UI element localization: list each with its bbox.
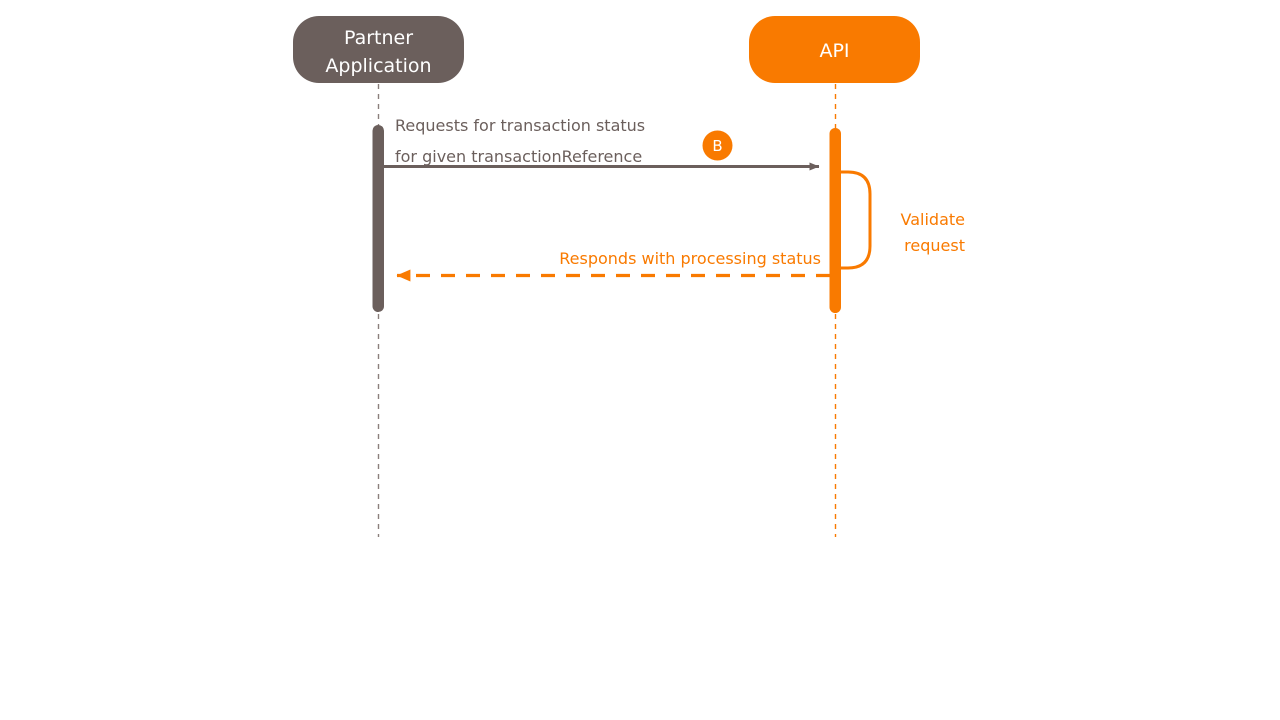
sequence-diagram: Requests for transaction status for give…: [293, 16, 965, 537]
step-badge-b[interactable]: B: [702, 130, 733, 161]
activation-bar-partner: [372, 125, 384, 312]
sequence-diagram-canvas: Requests for transaction status for give…: [0, 0, 1280, 720]
activation-bar-api: [829, 128, 841, 313]
step-badge-b-label: B: [712, 137, 722, 155]
participant-api[interactable]: API: [749, 16, 920, 83]
message-label-request-line2: for given transactionReference: [395, 147, 642, 166]
message-label-request-line1: Requests for transaction status: [395, 116, 645, 135]
participant-partner-application[interactable]: Partner Application: [293, 16, 464, 83]
message-arrow-self-validate: [838, 170, 872, 270]
participant-label-api: API: [819, 40, 849, 62]
message-label-self-validate-line2: request: [904, 236, 965, 255]
message-label-response: Responds with processing status: [559, 249, 821, 268]
participant-label-partner-line2: Application: [325, 55, 431, 77]
message-label-self-validate-line1: Validate: [901, 210, 965, 229]
participant-label-partner-line1: Partner: [344, 27, 413, 49]
